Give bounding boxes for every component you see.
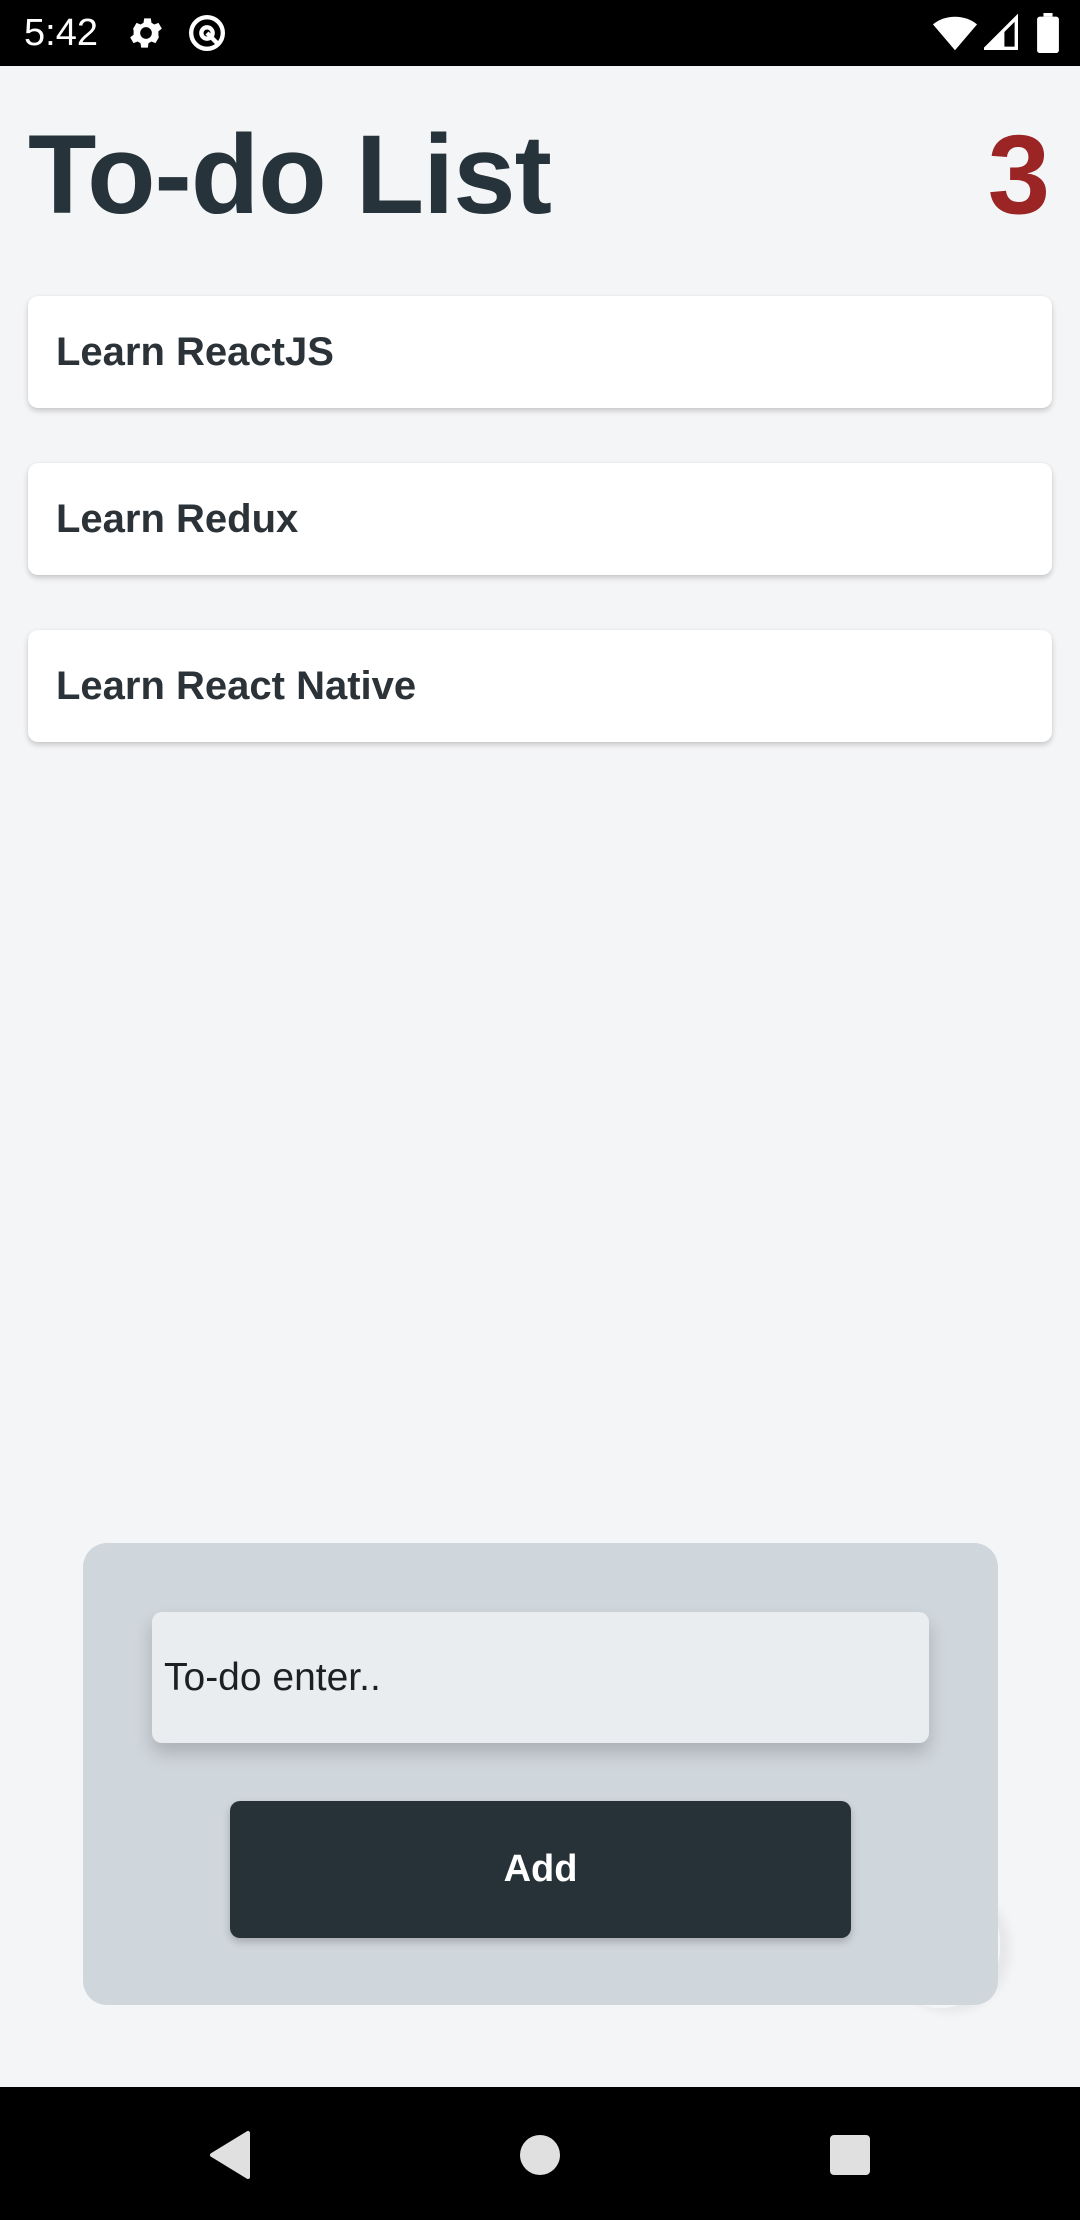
status-time: 5:42 (24, 12, 98, 54)
todo-item[interactable]: Learn Redux (28, 463, 1052, 575)
back-icon[interactable] (200, 2127, 260, 2183)
todo-item[interactable]: Learn React Native (28, 630, 1052, 742)
signal-icon (984, 13, 1018, 50)
status-bar: 5:42 (0, 0, 1080, 66)
todo-list: Learn ReactJS Learn Redux Learn React Na… (28, 296, 1052, 797)
wifi-icon (932, 16, 978, 51)
todo-label: Learn Redux (56, 496, 299, 541)
todo-count: 3 (987, 112, 1050, 237)
home-icon[interactable] (510, 2127, 570, 2183)
screen: 5:42 To-do List 3 Learn ReactJS Learn Re… (0, 0, 1080, 2220)
todo-input[interactable] (152, 1612, 929, 1743)
page-title: To-do List (28, 112, 552, 237)
recents-icon[interactable] (820, 2127, 880, 2183)
battery-icon (1037, 13, 1059, 53)
gear-icon (130, 18, 162, 48)
at-sign-icon (189, 15, 225, 51)
add-todo-panel: Add (83, 1543, 998, 2005)
todo-item[interactable]: Learn ReactJS (28, 296, 1052, 408)
todo-label: Learn ReactJS (56, 329, 334, 374)
navigation-bar (0, 2087, 1080, 2220)
todo-label: Learn React Native (56, 663, 417, 708)
add-button[interactable]: Add (230, 1801, 851, 1938)
